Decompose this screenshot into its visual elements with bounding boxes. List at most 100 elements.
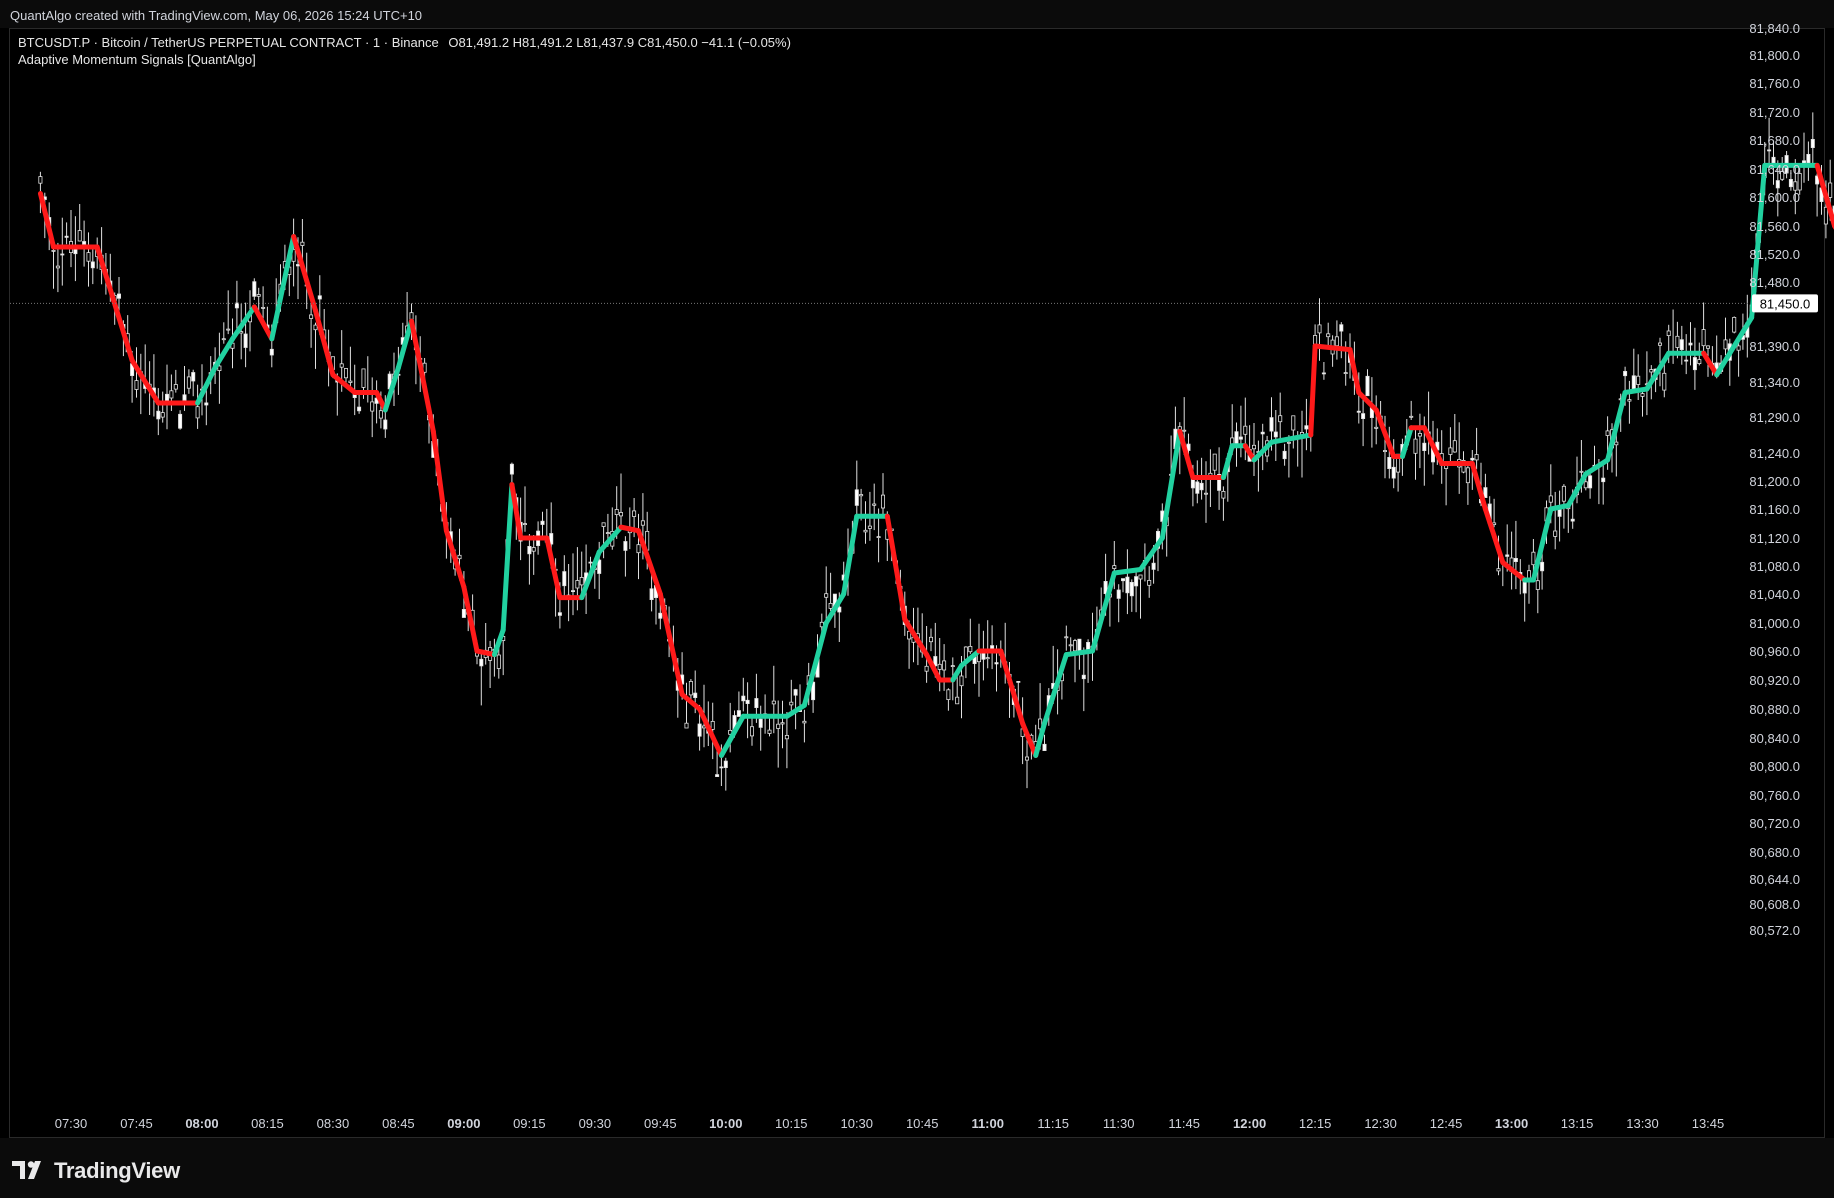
price-tick-label: 81,240.0 [1749, 446, 1800, 461]
price-chart[interactable]: 81,840.0 81,800.0 81,760.0 81,720.0 81,680.0… [0, 0, 1834, 1138]
time-tick-label: 13:00 [1495, 1116, 1528, 1131]
candle-body [1147, 580, 1152, 586]
candle-body [601, 522, 606, 527]
candle-body [802, 720, 807, 724]
last-price-label: 81,450.0 [1752, 294, 1818, 313]
momentum-segment-bull [1138, 535, 1165, 572]
momentum-segment-bear [430, 428, 449, 534]
momentum-segment-bear [1177, 428, 1196, 480]
candle-body [1627, 399, 1632, 402]
candle-body [828, 603, 833, 609]
candle-body [745, 699, 750, 704]
price-tick-label: 81,760.0 [1749, 76, 1800, 91]
candle-body [1561, 485, 1566, 502]
price-tick-label: 81,000.0 [1749, 616, 1800, 631]
candle-body [77, 230, 82, 242]
candle-body [1793, 181, 1798, 191]
candle-body [1273, 431, 1278, 438]
momentum-segment-bear [544, 535, 563, 601]
candle-body [859, 494, 864, 497]
candle-body [863, 529, 868, 533]
candle-body [1732, 316, 1737, 333]
candle-body [985, 657, 990, 660]
candle-body [1505, 554, 1510, 557]
candle-body [562, 571, 567, 587]
candle-body [1623, 370, 1628, 377]
price-tick-label: 81,200.0 [1749, 474, 1800, 489]
indicator-legend[interactable]: Adaptive Momentum Signals [QuantAlgo] [18, 52, 256, 67]
candle-body [38, 176, 43, 184]
candle-body [946, 689, 951, 700]
candle-body [605, 532, 610, 534]
candle-body [867, 525, 872, 529]
candle-body [1326, 333, 1331, 338]
candle-body [632, 510, 637, 517]
candle-body [1640, 393, 1645, 397]
momentum-segment-bull [1041, 652, 1069, 726]
candle-body [195, 406, 200, 419]
candle-body [1212, 453, 1217, 471]
candle-body [1068, 644, 1073, 647]
price-tick-label: 81,290.0 [1749, 410, 1800, 425]
candle-body [1291, 415, 1296, 431]
time-tick-label: 11:00 [971, 1116, 1004, 1131]
candle-body [872, 503, 877, 506]
candle-body [1422, 442, 1427, 452]
price-tick-label: 80,840.0 [1749, 731, 1800, 746]
candle-body [226, 328, 231, 331]
candle-body [994, 662, 999, 665]
candle-body [1513, 558, 1518, 563]
time-tick-label: 12:45 [1430, 1116, 1463, 1131]
time-tick-label: 09:45 [644, 1116, 677, 1131]
candle-body [1679, 339, 1684, 351]
candle-body [221, 338, 226, 341]
candle-body [531, 547, 536, 552]
momentum-segment-bear [461, 584, 480, 654]
price-tick-label: 80,720.0 [1749, 816, 1800, 831]
candle-body [1383, 450, 1388, 453]
price-tick-label: 80,644.0 [1749, 872, 1800, 887]
candle-body [178, 413, 183, 429]
momentum-segment-bear [657, 591, 685, 697]
candle-body [378, 410, 383, 419]
candle-body [523, 523, 528, 525]
candle-body [619, 512, 624, 517]
candle-body [942, 660, 947, 671]
time-tick-label: 12:00 [1233, 1116, 1266, 1131]
time-tick-label: 08:45 [382, 1116, 415, 1131]
time-tick-label: 10:30 [840, 1116, 873, 1131]
price-tick-label: 80,800.0 [1749, 759, 1800, 774]
candle-body [1767, 149, 1772, 152]
symbol-legend[interactable]: BTCUSDT.P · Bitcoin / TetherUS PERPETUAL… [18, 35, 791, 50]
candle-body [959, 675, 964, 687]
candle-body [461, 609, 466, 618]
candle-body [73, 248, 78, 255]
time-tick-label: 07:45 [120, 1116, 153, 1131]
candle-body [1557, 508, 1562, 517]
candle-body [614, 509, 619, 515]
candle-body [1064, 636, 1069, 639]
candle-body [968, 646, 973, 653]
momentum-segment-bull [269, 234, 297, 342]
tradingview-logo[interactable]: TradingView [12, 1158, 180, 1184]
candle-body [186, 376, 191, 389]
momentum-segment-bull [395, 318, 414, 371]
candle-body [1365, 375, 1370, 397]
time-tick-label: 07:30 [55, 1116, 88, 1131]
time-tick-label: 13:15 [1561, 1116, 1594, 1131]
price-tick-label: 81,640.0 [1749, 162, 1800, 177]
price-tick-label: 81,560.0 [1749, 219, 1800, 234]
candle-body [160, 412, 165, 418]
candle-body [1649, 369, 1654, 373]
price-tick-label: 81,720.0 [1749, 105, 1800, 120]
price-tick-label: 80,880.0 [1749, 702, 1800, 717]
candle-body [252, 281, 257, 297]
candle-body [1583, 481, 1588, 489]
price-tick-label: 81,040.0 [1749, 587, 1800, 602]
candle-body [1278, 415, 1283, 423]
momentum-segment-bear [1500, 560, 1528, 583]
candle-body [688, 681, 693, 696]
symbol-description[interactable]: BTCUSDT.P · Bitcoin / TetherUS PERPETUAL… [18, 35, 439, 50]
price-tick-label: 80,960.0 [1749, 644, 1800, 659]
candle-body [1339, 324, 1344, 332]
